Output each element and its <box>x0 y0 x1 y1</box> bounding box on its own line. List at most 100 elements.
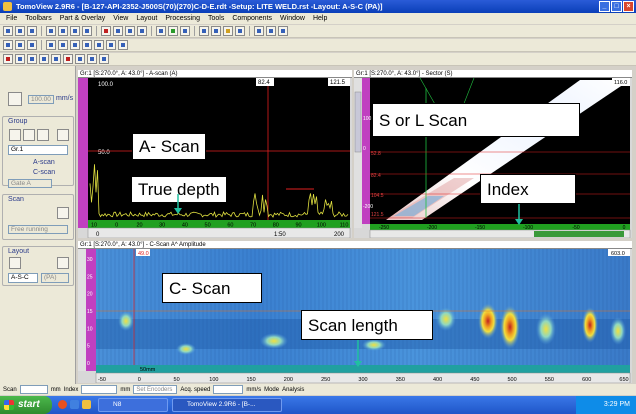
group-link-icon[interactable] <box>57 129 69 141</box>
pointer-tool-button[interactable] <box>3 26 13 36</box>
start-button[interactable]: start <box>0 396 52 414</box>
status-mode-label: Mode <box>264 386 280 393</box>
cscan-axis-tick-13: 600 <box>582 377 591 383</box>
pen-button[interactable] <box>235 26 245 36</box>
sector-left-tick-2: -200 <box>363 204 373 210</box>
highlight-button[interactable] <box>223 26 233 36</box>
table-button[interactable] <box>125 26 135 36</box>
view-c-button[interactable] <box>70 26 80 36</box>
ruler-button[interactable] <box>156 26 166 36</box>
pattern-button[interactable] <box>51 54 61 64</box>
menu-processing[interactable]: Processing <box>161 15 204 22</box>
view-d-button[interactable] <box>82 26 92 36</box>
layout-2-button[interactable] <box>58 40 68 50</box>
split-button[interactable] <box>99 54 109 64</box>
set-encoders-button[interactable]: Set Encoders <box>133 385 178 394</box>
status-scan-field[interactable] <box>19 385 48 394</box>
close-button[interactable]: × <box>623 1 634 12</box>
data-mode-button[interactable] <box>27 54 37 64</box>
menu-tools[interactable]: Tools <box>204 15 228 22</box>
zoom-tool-button[interactable] <box>15 26 25 36</box>
palette-button[interactable] <box>199 26 209 36</box>
flag-button[interactable] <box>39 54 49 64</box>
ascan-gate-label-2: 121.5 <box>330 80 346 86</box>
layout-save-icon[interactable] <box>57 257 69 269</box>
layout-select[interactable]: A-S-C <box>8 273 38 283</box>
cscan-v-scrollbar[interactable] <box>78 249 86 371</box>
cursor-a-button[interactable] <box>254 26 264 36</box>
ascan-callout: A- Scan <box>132 133 207 160</box>
open-file-button[interactable] <box>3 40 13 50</box>
layout-4-button[interactable] <box>82 40 92 50</box>
group-delete-icon[interactable] <box>37 129 49 141</box>
layout-mode[interactable]: (PA) <box>41 273 69 283</box>
view-a-button[interactable] <box>46 26 56 36</box>
group-add-icon[interactable] <box>9 129 21 141</box>
left-panel: 100.00 mm/s Group Gr.1 A-scan C-scan Gat… <box>0 66 76 384</box>
menu-window[interactable]: Window <box>276 15 309 22</box>
menu-view[interactable]: View <box>109 15 132 22</box>
ascan-axis-tick-10: 100 <box>317 223 326 229</box>
title-bar: TomoView 2.9R6 - [B-127-API-2352-J500S(7… <box>0 0 636 13</box>
status-index-field[interactable] <box>81 385 118 394</box>
scan-mode-select[interactable]: Free running <box>8 225 68 234</box>
browser-icon[interactable] <box>58 400 67 409</box>
cursor-mode-button[interactable] <box>15 54 25 64</box>
measure-button[interactable] <box>180 26 190 36</box>
layout-3-button[interactable] <box>70 40 80 50</box>
ascan-scrollbar[interactable] <box>87 227 351 238</box>
menu-part-overlay[interactable]: Part & Overlay <box>56 15 110 22</box>
layout-6-button[interactable] <box>106 40 116 50</box>
layout-button[interactable] <box>137 26 147 36</box>
cursor-b-button[interactable] <box>266 26 276 36</box>
close-view-button[interactable] <box>101 26 111 36</box>
group-copy-icon[interactable] <box>23 129 35 141</box>
task-n8[interactable]: N8 <box>98 398 168 412</box>
sector-view[interactable]: 100 0 -200 52.8 82.4 104.5 121.5 116.0 -… <box>354 78 632 238</box>
menu-help[interactable]: Help <box>309 15 331 22</box>
index-callout: Index <box>480 174 576 204</box>
scan-settings-icon[interactable] <box>57 207 69 219</box>
cscan-axis-tick-1: 0 <box>138 377 141 383</box>
layout-7-button[interactable] <box>118 40 128 50</box>
print-button[interactable] <box>27 40 37 50</box>
layout-5-button[interactable] <box>94 40 104 50</box>
color-button[interactable] <box>75 54 85 64</box>
cscan-callout: C- Scan <box>162 273 262 303</box>
minimize-button[interactable]: _ <box>599 1 610 12</box>
group-select[interactable]: Gr.1 <box>8 145 68 155</box>
ascan-label-100: 100.0 <box>98 82 114 88</box>
folder-quick-icon[interactable] <box>82 400 91 409</box>
record-button[interactable] <box>63 54 73 64</box>
grid-button[interactable] <box>113 26 123 36</box>
cursor-tool-button[interactable] <box>27 26 37 36</box>
merge-button[interactable] <box>87 54 97 64</box>
overlay-button[interactable] <box>168 26 178 36</box>
media-icon[interactable] <box>70 400 79 409</box>
tt-button[interactable] <box>3 54 13 64</box>
cscan-axis-tick-0: -50 <box>98 377 106 383</box>
sector-h-thumb[interactable] <box>534 231 624 237</box>
gate-select[interactable]: Gate A <box>8 179 52 188</box>
sector-title: Gr:1 [S:270.0°, A: 43.0°] - Sector (S) <box>354 70 632 78</box>
menu-toolbars[interactable]: Toolbars <box>21 15 55 22</box>
task-tomoview[interactable]: TomoView 2.9R6 - [B-... <box>172 398 282 412</box>
view-b-button[interactable] <box>58 26 68 36</box>
status-acq-field[interactable] <box>213 385 244 394</box>
refresh-icon[interactable] <box>8 92 22 106</box>
save-file-button[interactable] <box>15 40 25 50</box>
maximize-button[interactable]: □ <box>611 1 622 12</box>
menu-layout[interactable]: Layout <box>132 15 161 22</box>
layout-1-button[interactable] <box>46 40 56 50</box>
filter-button[interactable] <box>211 26 221 36</box>
taskbar: start N8 TomoView 2.9R6 - [B-... 3:29 PM <box>0 396 636 414</box>
layout-section: Layout A-S-C (PA) <box>2 246 74 286</box>
cscan-axis-tick-11: 500 <box>508 377 517 383</box>
layout-load-icon[interactable] <box>9 257 21 269</box>
toolbar-1 <box>0 25 636 38</box>
menu-components[interactable]: Components <box>228 15 276 22</box>
ascan-view[interactable]: 100.0 50.0 82.4 121.5 10 0 20 30 40 50 60 70 80 9… <box>78 78 352 238</box>
speed-input[interactable]: 100.00 <box>28 95 54 104</box>
cursor-c-button[interactable] <box>278 26 288 36</box>
menu-file[interactable]: File <box>2 15 21 22</box>
